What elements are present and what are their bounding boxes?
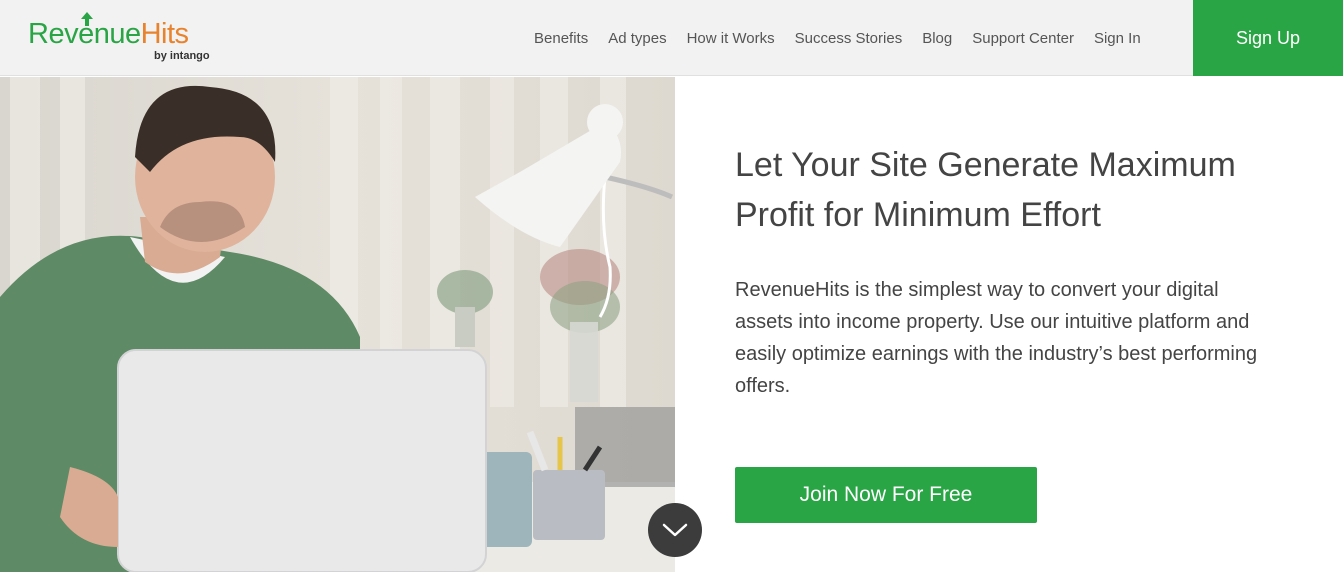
nav-how-it-works[interactable]: How it Works: [687, 30, 775, 47]
nav-benefits[interactable]: Benefits: [534, 30, 588, 47]
scroll-down-button[interactable]: [648, 503, 702, 557]
revenuehits-logo[interactable]: RevenueHits by intango: [28, 12, 228, 64]
logo-tagline: by intango: [154, 50, 210, 62]
site-header: RevenueHits by intango Benefits Ad types…: [0, 0, 1343, 76]
nav-blog[interactable]: Blog: [922, 30, 952, 47]
sign-up-button[interactable]: Sign Up: [1193, 0, 1343, 76]
hero-headline: Let Your Site Generate Maximum Profit fo…: [735, 146, 1236, 234]
join-now-button[interactable]: Join Now For Free: [735, 467, 1037, 523]
logo-wordmark: RevenueHits: [28, 18, 189, 50]
main-nav: Benefits Ad types How it Works Success S…: [534, 0, 1141, 76]
nav-ad-types[interactable]: Ad types: [608, 30, 666, 47]
hero-photo: [0, 77, 675, 572]
nav-support-center[interactable]: Support Center: [972, 30, 1074, 47]
nav-success-stories[interactable]: Success Stories: [795, 30, 903, 47]
chevron-down-icon: [662, 523, 688, 537]
nav-sign-in[interactable]: Sign In: [1094, 30, 1141, 47]
hero-description: RevenueHits is the simplest way to conve…: [735, 279, 1258, 397]
logo-arrow-icon: [81, 12, 93, 26]
